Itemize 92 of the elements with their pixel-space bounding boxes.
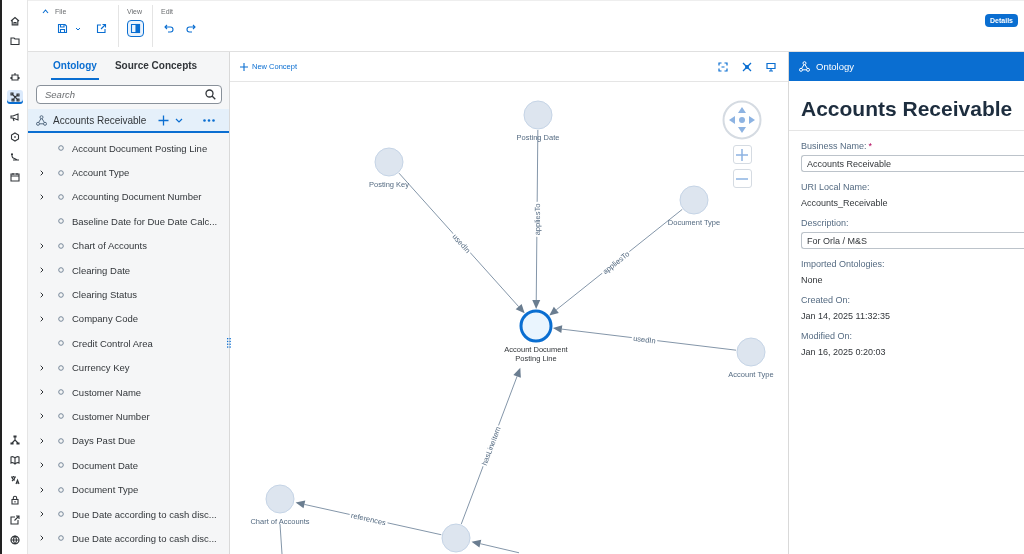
concept-icon — [58, 535, 64, 542]
input-field[interactable]: For Orla / M&S — [801, 232, 1024, 249]
panel-tab[interactable]: Source Concepts — [112, 52, 200, 80]
chevron-icon[interactable] — [40, 315, 44, 322]
collapse-icon[interactable] — [42, 8, 49, 14]
undo-icon — [164, 23, 175, 34]
tree-item[interactable]: Account Document Posting Line — [72, 142, 208, 154]
tree-item[interactable]: Due Date according to cash disc... — [72, 508, 217, 520]
redo-icon — [185, 23, 196, 34]
chevron-icon[interactable] — [40, 486, 44, 493]
concept-icon — [58, 364, 64, 371]
tree-item[interactable]: Company Code — [72, 313, 138, 325]
chevron-icon[interactable] — [40, 193, 44, 200]
field-label: Modified On: — [801, 331, 853, 341]
concept-icon — [58, 413, 64, 420]
tree-item[interactable]: Chart of Accounts — [72, 240, 147, 252]
plus-icon — [736, 148, 748, 161]
tree-item[interactable]: Clearing Date — [72, 264, 131, 276]
concept-icon — [58, 511, 64, 518]
concept-icon — [58, 169, 64, 176]
tree-item[interactable]: Account Type — [72, 167, 130, 179]
tree-item[interactable]: Document Type — [72, 484, 139, 496]
export-icon — [96, 23, 107, 34]
field-label: Imported Ontologies: — [801, 259, 885, 269]
save-icon — [57, 23, 68, 34]
plus-icon — [240, 62, 248, 71]
search-field[interactable]: Search — [36, 85, 222, 104]
more-icon[interactable] — [203, 118, 215, 122]
tree-item[interactable]: Document Date — [72, 459, 138, 471]
ontology-icon — [36, 114, 47, 126]
concept-icon — [58, 218, 64, 225]
chevron-icon[interactable] — [40, 437, 44, 444]
concept-icon — [58, 193, 64, 200]
concept-icon — [58, 242, 64, 249]
tree-root-row[interactable]: Accounts Receivable — [28, 109, 229, 133]
chevron-icon[interactable] — [40, 389, 44, 396]
chevron-icon[interactable] — [40, 364, 44, 371]
ontology-icon — [799, 61, 810, 72]
required-mark: * — [868, 141, 873, 151]
search-icon[interactable] — [205, 89, 216, 100]
tree-item[interactable]: Due Date according to cash disc... — [72, 532, 217, 544]
chevron-icon[interactable] — [40, 413, 44, 420]
input-field[interactable]: Accounts Receivable — [801, 155, 1024, 172]
field-value: Jan 16, 2025 0:20:03 — [801, 347, 887, 357]
chevron-icon[interactable] — [40, 169, 44, 176]
edge-line — [279, 523, 283, 554]
resize-handle[interactable] — [227, 338, 231, 348]
graph-icon[interactable] — [6, 90, 23, 104]
layout-icon[interactable] — [742, 61, 752, 72]
tree-item[interactable]: Accounting Document Number — [72, 191, 202, 203]
concept-icon — [58, 462, 64, 469]
concept-icon — [58, 315, 64, 322]
caret-icon[interactable] — [75, 26, 81, 31]
add-icon[interactable] — [158, 114, 169, 126]
concept-node[interactable] — [519, 309, 553, 343]
edge-arrow — [471, 539, 520, 554]
chevron-icon[interactable] — [40, 242, 44, 249]
tree-item[interactable]: Currency Key — [72, 362, 130, 374]
panel-button[interactable] — [127, 20, 144, 37]
concept-icon — [58, 291, 64, 298]
tree-root-label: Accounts Receivable — [53, 114, 148, 126]
field-value: Accounts_Receivable — [801, 198, 889, 208]
panel-tab[interactable]: Ontology — [51, 52, 99, 80]
chevron-icon[interactable] — [40, 267, 44, 274]
chevron-icon[interactable] — [40, 462, 44, 469]
concept-icon — [58, 340, 64, 347]
dropdown-icon[interactable] — [175, 117, 183, 123]
concept-icon — [58, 267, 64, 274]
field-label: Business Name: — [801, 141, 867, 151]
panel-icon — [130, 23, 141, 34]
concept-icon — [58, 389, 64, 396]
fit-icon[interactable] — [718, 61, 728, 72]
field-value: Jan 14, 2025 11:32:35 — [801, 311, 891, 321]
field-label: Description: — [801, 218, 849, 228]
chevron-icon[interactable] — [40, 535, 44, 542]
tree-item[interactable]: Baseline Date for Due Date Calc... — [72, 215, 218, 227]
details-title: Accounts Receivable — [789, 81, 1024, 131]
concept-icon — [58, 437, 64, 444]
field-label: URI Local Name: — [801, 182, 870, 192]
chevron-icon[interactable] — [40, 291, 44, 298]
chevron-icon[interactable] — [40, 511, 44, 518]
tree-item[interactable]: Customer Number — [72, 411, 150, 422]
tree-item[interactable]: Days Past Due — [72, 435, 136, 447]
panel-header-title: Ontology — [816, 61, 855, 72]
monitor-icon[interactable] — [766, 61, 776, 72]
tree-item[interactable]: Clearing Status — [72, 289, 137, 301]
field-label: Created On: — [801, 295, 851, 305]
tree-item[interactable]: Customer Name — [72, 386, 142, 398]
field-value: None — [801, 275, 824, 285]
tree-item[interactable]: Credit Control Area — [72, 337, 153, 349]
concept-icon — [58, 145, 64, 152]
concept-icon — [58, 486, 64, 493]
